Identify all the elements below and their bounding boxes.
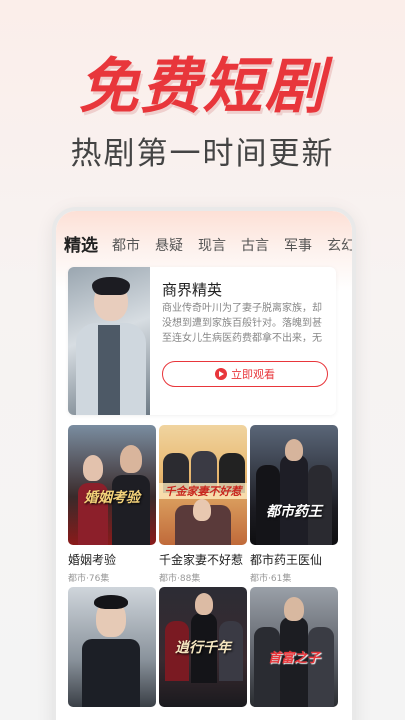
featured-poster[interactable] bbox=[68, 267, 150, 415]
drama-poster[interactable]: 都市药王 bbox=[250, 425, 338, 545]
drama-card[interactable] bbox=[68, 587, 156, 713]
poster-title-art: 千金家妻不好惹 bbox=[159, 483, 247, 499]
drama-poster[interactable]: 婚姻考验 bbox=[68, 425, 156, 545]
poster-figure bbox=[280, 455, 308, 545]
poster-title-art: 逍行千年 bbox=[175, 640, 231, 656]
tab-fantasy[interactable]: 玄幻 bbox=[327, 235, 352, 257]
featured-card[interactable]: 商界精英 商业传奇叶川为了妻子脱离家族，却没想到遭到家族百般针对。落魄到甚至连女… bbox=[68, 267, 336, 415]
watch-now-button[interactable]: 立即观看 bbox=[162, 361, 328, 387]
poster-title-art: 婚姻考验 bbox=[84, 490, 140, 506]
drama-card[interactable]: 都市药王 都市药王医仙 都市·61集 bbox=[250, 425, 338, 584]
poster-figure bbox=[120, 445, 142, 473]
poster-title-art: 都市药王 bbox=[266, 504, 322, 520]
poster-figure bbox=[83, 455, 103, 481]
phone-mockup: 精选 都市 悬疑 现言 古言 军事 玄幻 商界精英 商业传奇叶川为了妻子脱离家族… bbox=[52, 207, 356, 720]
tab-ancient-romance[interactable]: 古言 bbox=[241, 235, 269, 257]
poster-figure bbox=[112, 475, 150, 545]
drama-title: 都市药王医仙 bbox=[250, 553, 323, 567]
play-icon bbox=[215, 368, 227, 380]
category-tabs: 精选 都市 悬疑 现言 古言 军事 玄幻 bbox=[64, 229, 352, 257]
app-screen: 精选 都市 悬疑 现言 古言 军事 玄幻 商界精英 商业传奇叶川为了妻子脱离家族… bbox=[56, 211, 352, 720]
poster-title-art: 首富之子 bbox=[267, 651, 320, 666]
drama-poster[interactable] bbox=[68, 587, 156, 707]
drama-meta: 都市·76集 bbox=[68, 574, 110, 584]
tab-modern-romance[interactable]: 现言 bbox=[198, 235, 226, 257]
drama-poster[interactable]: 千金家妻不好惹 bbox=[159, 425, 247, 545]
poster-figure bbox=[94, 595, 128, 609]
poster-figure bbox=[284, 597, 304, 621]
tab-urban[interactable]: 都市 bbox=[112, 235, 140, 257]
hero-title: 免费短剧 bbox=[78, 52, 327, 122]
poster-figure bbox=[195, 593, 213, 615]
tab-military[interactable]: 军事 bbox=[284, 235, 312, 257]
poster-figure-hair bbox=[92, 277, 130, 295]
featured-description: 商业传奇叶川为了妻子脱离家族，却没想到遭到家族百般针对。落魄到甚至连女儿生病医药… bbox=[162, 303, 322, 344]
featured-title: 商界精英 bbox=[162, 281, 223, 299]
poster-figure bbox=[308, 627, 334, 707]
drama-card[interactable]: 千金家妻不好惹 千金家妻不好惹 都市·88集 bbox=[159, 425, 247, 584]
drama-title: 婚姻考验 bbox=[68, 553, 117, 567]
drama-card[interactable]: 逍行千年 bbox=[159, 587, 247, 713]
hero-subtitle: 热剧第一时间更新 bbox=[70, 136, 335, 172]
poster-figure bbox=[254, 627, 280, 707]
poster-figure bbox=[193, 499, 211, 521]
drama-meta: 都市·61集 bbox=[250, 574, 292, 584]
poster-figure bbox=[285, 439, 303, 461]
drama-poster[interactable]: 逍行千年 bbox=[159, 587, 247, 707]
poster-figure-shirt bbox=[98, 325, 120, 415]
watch-now-label: 立即观看 bbox=[231, 368, 275, 381]
drama-meta: 都市·88集 bbox=[159, 574, 201, 584]
drama-title: 千金家妻不好惹 bbox=[159, 553, 244, 567]
tab-featured[interactable]: 精选 bbox=[64, 235, 98, 257]
tab-suspense[interactable]: 悬疑 bbox=[155, 235, 183, 257]
drama-poster[interactable]: 首富之子 bbox=[250, 587, 338, 707]
poster-figure bbox=[82, 639, 140, 707]
drama-card[interactable]: 首富之子 bbox=[250, 587, 338, 713]
drama-card[interactable]: 婚姻考验 婚姻考验 都市·76集 bbox=[68, 425, 156, 584]
